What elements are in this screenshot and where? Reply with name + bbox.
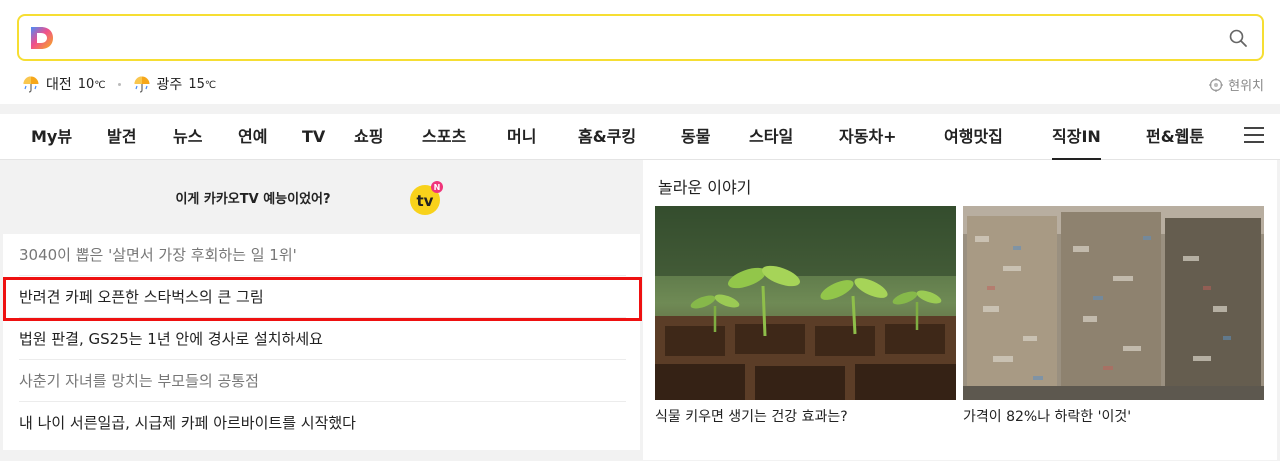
story-caption: 가격이 82%나 하락한 '이것' bbox=[963, 409, 1132, 425]
news-item[interactable]: 반려견 카페 오픈한 스타벅스의 큰 그림 bbox=[19, 276, 626, 318]
nav-item-home-cooking[interactable]: 홈&쿠킹 bbox=[578, 114, 636, 160]
nav-item-money[interactable]: 머니 bbox=[507, 114, 536, 160]
nav-item-style[interactable]: 스타일 bbox=[749, 114, 793, 160]
nav-item-auto[interactable]: 자동차+ bbox=[839, 114, 897, 160]
daum-logo-icon[interactable] bbox=[29, 25, 55, 51]
news-item[interactable]: 내 나이 서른일곱, 시급제 카페 아르바이트를 시작했다 bbox=[19, 402, 626, 444]
nav-item-animals[interactable]: 동물 bbox=[681, 114, 710, 160]
nav-item-work[interactable]: 직장IN bbox=[1052, 114, 1101, 160]
weather-city: 대전 bbox=[46, 77, 72, 93]
story-caption: 식물 키우면 생기는 건강 효과는? bbox=[655, 409, 848, 425]
news-list: 3040이 뽑은 '살면서 가장 후회하는 일 1위' 반려견 카페 오픈한 스… bbox=[3, 234, 640, 444]
nav-item-travel-food[interactable]: 여행맛집 bbox=[944, 114, 1003, 160]
crosshair-icon bbox=[1209, 77, 1224, 92]
search-input[interactable] bbox=[17, 14, 1264, 61]
weather-item[interactable]: 광주 15℃ bbox=[133, 74, 217, 94]
weather-item[interactable]: 대전 10℃ bbox=[22, 74, 106, 94]
nav-item-news[interactable]: 뉴스 bbox=[173, 114, 202, 160]
nav-item-sports[interactable]: 스포츠 bbox=[422, 114, 466, 160]
recycled-paper-bales-image bbox=[963, 206, 1264, 400]
nav-item-discover[interactable]: 발견 bbox=[107, 114, 136, 160]
nav-item-entertainment[interactable]: 연예 bbox=[238, 114, 267, 160]
weather-city: 광주 bbox=[156, 77, 183, 93]
location-label: 현위치 bbox=[1228, 79, 1264, 94]
nav-item-myview[interactable]: My뷰 bbox=[31, 114, 72, 160]
news-item[interactable]: 법원 판결, GS25는 1년 안에 경사로 설치하세요 bbox=[19, 318, 626, 360]
weather-temp: 10℃ bbox=[77, 76, 106, 92]
category-nav: My뷰 발견 뉴스 연예 TV 쇼핑 스포츠 머니 홈&쿠킹 동물 스타일 자동… bbox=[0, 114, 1280, 160]
story-card[interactable]: 식물 키우면 생기는 건강 효과는? bbox=[655, 206, 956, 426]
hamburger-menu-icon[interactable] bbox=[1244, 127, 1264, 145]
rain-umbrella-icon bbox=[23, 76, 39, 93]
search-icon[interactable] bbox=[1228, 28, 1248, 48]
svg-text:N: N bbox=[434, 183, 441, 192]
current-location-button[interactable]: 현위치 bbox=[1209, 75, 1264, 94]
news-item[interactable]: 3040이 뽑은 '살면서 가장 후회하는 일 1위' bbox=[19, 234, 626, 276]
nav-item-fun-webtoon[interactable]: 펀&웹툰 bbox=[1146, 114, 1204, 160]
search-header: 대전 10℃ 광주 15℃ 현위치 bbox=[0, 0, 1280, 104]
section-title: 놀라운 이야기 bbox=[658, 178, 752, 197]
sprout-image bbox=[655, 206, 956, 400]
stories-panel: 놀라운 이야기 식물 키우면 생기는 건강 효과는? 가격이 82%나 하락한 … bbox=[643, 160, 1277, 460]
news-item[interactable]: 사춘기 자녀를 망치는 부모들의 공통점 bbox=[19, 360, 626, 402]
kakaotv-promo-banner[interactable]: 이게 카카오TV 예능이었어? N tv bbox=[3, 160, 640, 234]
story-card[interactable]: 가격이 82%나 하락한 '이것' bbox=[963, 206, 1264, 426]
separator-dot bbox=[117, 82, 121, 86]
news-panel: 이게 카카오TV 예능이었어? N tv 3040이 뽑은 '살면서 가장 후회… bbox=[3, 160, 642, 450]
nav-item-tv[interactable]: TV bbox=[302, 114, 325, 160]
nav-item-shopping[interactable]: 쇼핑 bbox=[354, 114, 383, 160]
rain-umbrella-icon bbox=[134, 76, 150, 93]
weather-bar: 대전 10℃ 광주 15℃ bbox=[22, 73, 216, 95]
kakaotv-logo-icon: N tv bbox=[410, 181, 443, 215]
weather-temp: 15℃ bbox=[188, 76, 217, 92]
svg-text:tv: tv bbox=[417, 192, 434, 210]
